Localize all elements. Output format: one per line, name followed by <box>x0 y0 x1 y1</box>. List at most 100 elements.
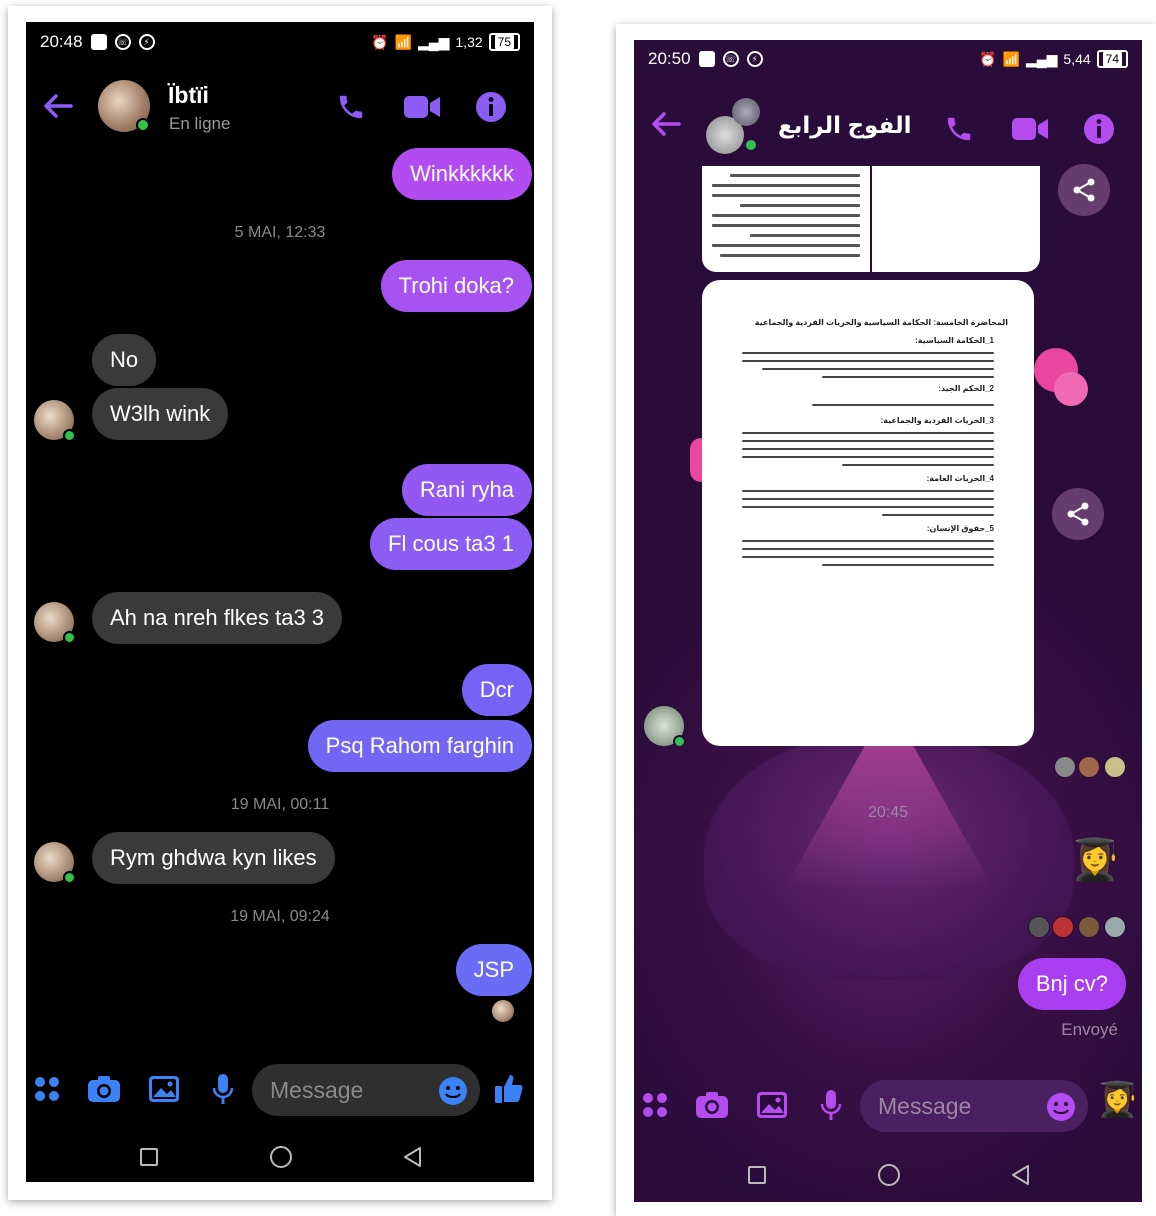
sender-avatar[interactable] <box>34 602 76 644</box>
thumbs-up-icon[interactable] <box>490 1070 528 1108</box>
timestamp: 20:45 <box>867 804 909 821</box>
document-section-5: 5_حقوق الإنسان: <box>926 524 994 533</box>
android-nav-bar <box>26 1126 534 1182</box>
video-camera-icon[interactable] <box>1010 112 1050 146</box>
sender-avatar[interactable] <box>34 842 76 884</box>
microphone-icon[interactable] <box>816 1088 846 1122</box>
gallery-icon[interactable] <box>146 1072 182 1106</box>
back-nav-icon[interactable] <box>400 1144 424 1170</box>
signal-icon: ▂▄▆ <box>417 33 450 50</box>
document-section-1: 1_الحكامة السياسية: <box>915 336 994 345</box>
alarm-icon: ⏰ <box>371 33 389 50</box>
battery-icon: 75 <box>488 33 520 51</box>
recent-apps-icon[interactable] <box>748 1166 766 1184</box>
timestamp: 19 MAI, 00:11 <box>230 796 330 813</box>
seen-avatar <box>1052 916 1074 938</box>
home-icon[interactable] <box>270 1146 292 1168</box>
battery-icon: 74 <box>1096 50 1128 68</box>
message-bubble-outgoing[interactable]: Bnj cv? <box>1017 958 1126 1010</box>
chat-header: الفوج الرابع <box>634 92 1142 162</box>
message-bubble-outgoing[interactable]: Psq Rahom farghin <box>307 720 532 772</box>
online-indicator <box>63 871 76 884</box>
camera-icon[interactable] <box>86 1072 122 1106</box>
phone-icon[interactable] <box>334 90 368 124</box>
network-speed: 1,32 <box>455 34 483 50</box>
seen-avatar <box>492 1000 514 1022</box>
group-avatar-secondary <box>732 98 760 126</box>
seen-avatar <box>1054 756 1076 778</box>
notification-icon <box>698 51 715 67</box>
recent-apps-icon[interactable] <box>140 1148 158 1166</box>
home-icon[interactable] <box>878 1164 900 1186</box>
phone-screen-left: 20:48 ☏ ⚡ ⏰ 📶 ▂▄▆ 1,32 75 Ïbtïi En ligne… <box>26 22 534 1182</box>
signal-icon: ▂▄▆ <box>1025 50 1058 67</box>
phone-icon[interactable] <box>942 112 976 146</box>
message-bubble-incoming[interactable]: Rym ghdwa kyn likes <box>92 832 335 884</box>
apps-grid-icon[interactable] <box>638 1088 672 1122</box>
graduate-emoji-sticker[interactable]: 👩‍🎓 <box>1070 836 1120 883</box>
emoji-icon[interactable] <box>436 1074 470 1108</box>
message-bubble-outgoing[interactable]: JSP <box>455 944 532 996</box>
viber-icon: ☏ <box>722 51 739 67</box>
document-image-message[interactable]: المحاضرة الخامسة: الحكامة السياسية والحر… <box>702 280 1034 746</box>
video-camera-icon[interactable] <box>402 90 442 124</box>
back-arrow-icon[interactable] <box>40 88 76 124</box>
message-bubble-incoming[interactable]: W3lh wink <box>92 388 229 440</box>
message-bubble-outgoing[interactable]: Rani ryha <box>401 464 532 516</box>
document-image-preview[interactable] <box>872 166 1040 272</box>
phone-screen-right: 20:50 ☏ ⚡ ⏰ 📶 ▂▄▆ 5,44 74 الفوج الرابع ا… <box>634 40 1142 1202</box>
sender-avatar[interactable] <box>644 706 686 748</box>
status-time: 20:50 <box>648 49 691 68</box>
message-bubble-outgoing[interactable]: Winkkkkkk <box>392 148 532 200</box>
emoji-icon[interactable] <box>1044 1090 1078 1124</box>
chat-header: Ïbtïi En ligne <box>26 74 534 144</box>
composer-bar: Message 👩‍🎓 <box>634 1078 1142 1134</box>
notification-icon <box>90 34 107 50</box>
document-section-4: 4_الحريات العامة: <box>926 474 994 483</box>
group-name[interactable]: الفوج الرابع <box>778 112 912 139</box>
status-bar: 20:48 ☏ ⚡ ⏰ 📶 ▂▄▆ 1,32 75 <box>26 22 534 62</box>
document-section-2: 2_الحكم الجيد: <box>938 384 994 393</box>
status-right: ⏰ 📶 ▂▄▆ 5,44 74 <box>979 50 1128 68</box>
timestamp: 5 MAI, 12:33 <box>234 224 326 241</box>
online-indicator <box>63 631 76 644</box>
android-nav-bar <box>634 1144 1142 1202</box>
share-button[interactable] <box>1058 164 1110 216</box>
back-arrow-icon[interactable] <box>648 106 684 142</box>
share-button[interactable] <box>1052 488 1104 540</box>
online-indicator <box>63 429 76 442</box>
document-title: المحاضرة الخامسة: الحكامة السياسية والحر… <box>754 318 1008 327</box>
theme-flower <box>1054 372 1088 406</box>
quick-reaction-graduate-emoji[interactable]: 👩‍🎓 <box>1096 1080 1138 1120</box>
status-time: 20:48 <box>40 32 83 51</box>
alarm-icon: ⏰ <box>979 50 997 67</box>
apps-grid-icon[interactable] <box>30 1072 64 1106</box>
wifi-icon: 📶 <box>394 33 412 50</box>
sender-avatar[interactable] <box>34 400 76 442</box>
microphone-icon[interactable] <box>208 1072 238 1106</box>
message-bubble-incoming[interactable]: Ah na nreh flkes ta3 3 <box>92 592 343 644</box>
info-icon[interactable] <box>474 90 508 124</box>
seen-avatar <box>1104 916 1126 938</box>
back-nav-icon[interactable] <box>1008 1162 1032 1188</box>
message-bubble-outgoing[interactable]: Dcr <box>461 664 532 716</box>
message-bubble-outgoing[interactable]: Fl cous ta3 1 <box>370 518 532 570</box>
gallery-icon[interactable] <box>754 1088 790 1122</box>
messenger-icon: ⚡ <box>746 51 763 67</box>
online-indicator <box>744 138 758 152</box>
status-right: ⏰ 📶 ▂▄▆ 1,32 75 <box>371 33 520 51</box>
messenger-icon: ⚡ <box>138 34 155 50</box>
contact-name[interactable]: Ïbtïi <box>168 82 209 109</box>
info-icon[interactable] <box>1082 112 1116 146</box>
seen-avatar <box>1028 916 1050 938</box>
seen-avatar <box>1078 916 1100 938</box>
network-speed: 5,44 <box>1063 51 1091 67</box>
document-image-preview[interactable] <box>702 166 870 272</box>
battery-level: 74 <box>1102 52 1122 66</box>
message-bubble-incoming[interactable]: No <box>92 334 157 386</box>
camera-icon[interactable] <box>694 1088 730 1122</box>
message-bubble-outgoing[interactable]: Trohi doka? <box>380 260 532 312</box>
battery-level: 75 <box>494 35 514 49</box>
online-indicator <box>673 735 686 748</box>
document-section-3: 3_الحريات الفردية والجماعية: <box>880 416 994 425</box>
